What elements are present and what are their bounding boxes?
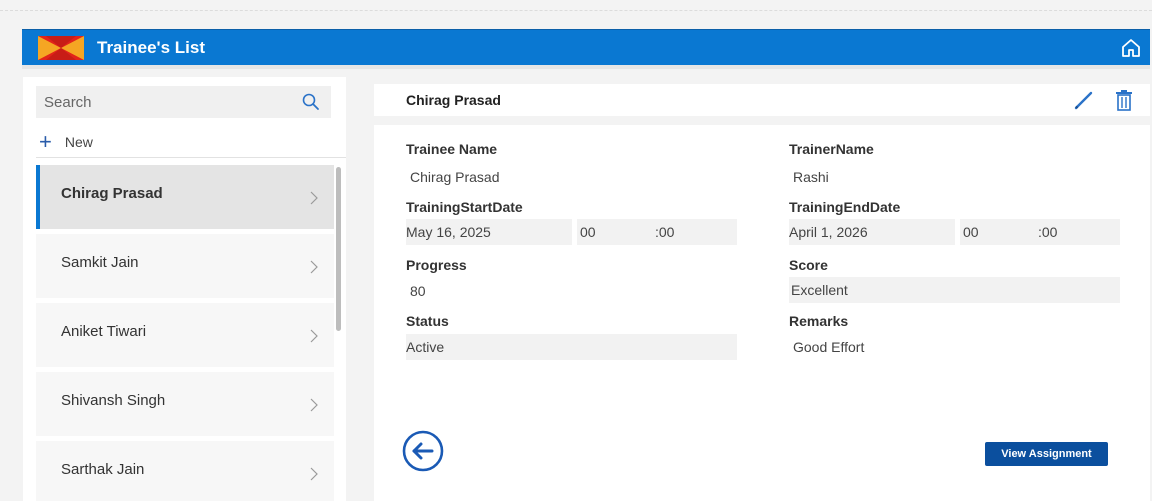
end-date-field[interactable]: April 1, 2026 <box>789 219 955 245</box>
status-label: Status <box>406 313 449 329</box>
trainer-name-value: Rashi <box>793 169 829 185</box>
end-hour-value: 00 <box>963 224 979 240</box>
remarks-label: Remarks <box>789 313 849 329</box>
start-date-value: May 16, 2025 <box>406 224 491 240</box>
search-icon[interactable] <box>301 92 321 112</box>
trainee-list-panel: + New Chirag Prasad Samkit Jain Aniket T… <box>23 77 346 501</box>
detail-header: Chirag Prasad <box>374 84 1150 116</box>
start-hour-field[interactable]: 00 <box>577 219 655 245</box>
trainee-name-label: Trainee Name <box>406 141 498 157</box>
list-item[interactable]: Sarthak Jain <box>36 441 334 501</box>
list-divider <box>36 157 346 158</box>
start-hour-value: 00 <box>580 224 596 240</box>
trainee-name-value: Chirag Prasad <box>410 169 500 185</box>
list-item-label: Sarthak Jain <box>61 461 145 478</box>
status-value: Active <box>406 339 445 355</box>
new-trainee-button[interactable]: + New <box>39 130 93 154</box>
search-input[interactable] <box>36 86 291 118</box>
list-scrollbar[interactable] <box>336 167 341 331</box>
chevron-right-icon <box>310 191 318 205</box>
page-title: Trainee's List <box>97 38 205 57</box>
home-icon <box>1122 39 1140 57</box>
home-button[interactable] <box>1118 35 1144 61</box>
end-minute-field[interactable]: :00 <box>1038 219 1120 245</box>
list-item[interactable]: Aniket Tiwari <box>36 303 334 367</box>
detail-title: Chirag Prasad <box>406 92 501 108</box>
end-hour-field[interactable]: 00 <box>960 219 1038 245</box>
progress-value: 80 <box>410 283 426 299</box>
chevron-right-icon <box>310 467 318 481</box>
start-minute-field[interactable]: :00 <box>655 219 737 245</box>
score-field[interactable]: Excellent <box>789 277 1120 303</box>
status-field[interactable]: Active <box>406 334 737 360</box>
list-item-label: Samkit Jain <box>61 254 139 271</box>
score-value: Excellent <box>791 282 848 298</box>
header-shadow <box>22 65 1150 69</box>
score-label: Score <box>789 257 828 273</box>
back-arrow-icon[interactable] <box>402 430 444 472</box>
remarks-value: Good Effort <box>793 339 865 355</box>
start-date-label: TrainingStartDate <box>406 199 523 215</box>
chevron-right-icon <box>310 329 318 343</box>
end-date-label: TrainingEndDate <box>789 199 901 215</box>
list-item[interactable]: Chirag Prasad <box>36 165 334 229</box>
trainer-name-label: TrainerName <box>789 141 874 157</box>
new-button-label: New <box>64 134 93 150</box>
pencil-icon[interactable] <box>1072 88 1096 112</box>
start-date-field[interactable]: May 16, 2025 <box>406 219 572 245</box>
end-date-value: April 1, 2026 <box>789 224 868 240</box>
brand-logo <box>38 36 84 60</box>
list-item[interactable]: Shivansh Singh <box>36 372 334 436</box>
trainee-detail-form: Trainee Name Chirag Prasad TrainerName R… <box>374 125 1150 501</box>
plus-icon: + <box>39 129 52 154</box>
chevron-right-icon <box>310 398 318 412</box>
start-minute-value: :00 <box>655 224 675 240</box>
progress-label: Progress <box>406 257 467 273</box>
list-item-label: Aniket Tiwari <box>61 323 147 340</box>
top-divider <box>0 10 1152 11</box>
chevron-right-icon <box>310 260 318 274</box>
view-assignment-button[interactable]: View Assignment <box>985 442 1108 466</box>
end-minute-value: :00 <box>1038 224 1058 240</box>
list-item-label: Chirag Prasad <box>61 185 163 202</box>
trash-icon[interactable] <box>1115 89 1133 111</box>
list-item-label: Shivansh Singh <box>61 392 166 409</box>
app-header: Trainee's List <box>22 29 1150 65</box>
search-box <box>36 86 331 118</box>
list-item[interactable]: Samkit Jain <box>36 234 334 298</box>
